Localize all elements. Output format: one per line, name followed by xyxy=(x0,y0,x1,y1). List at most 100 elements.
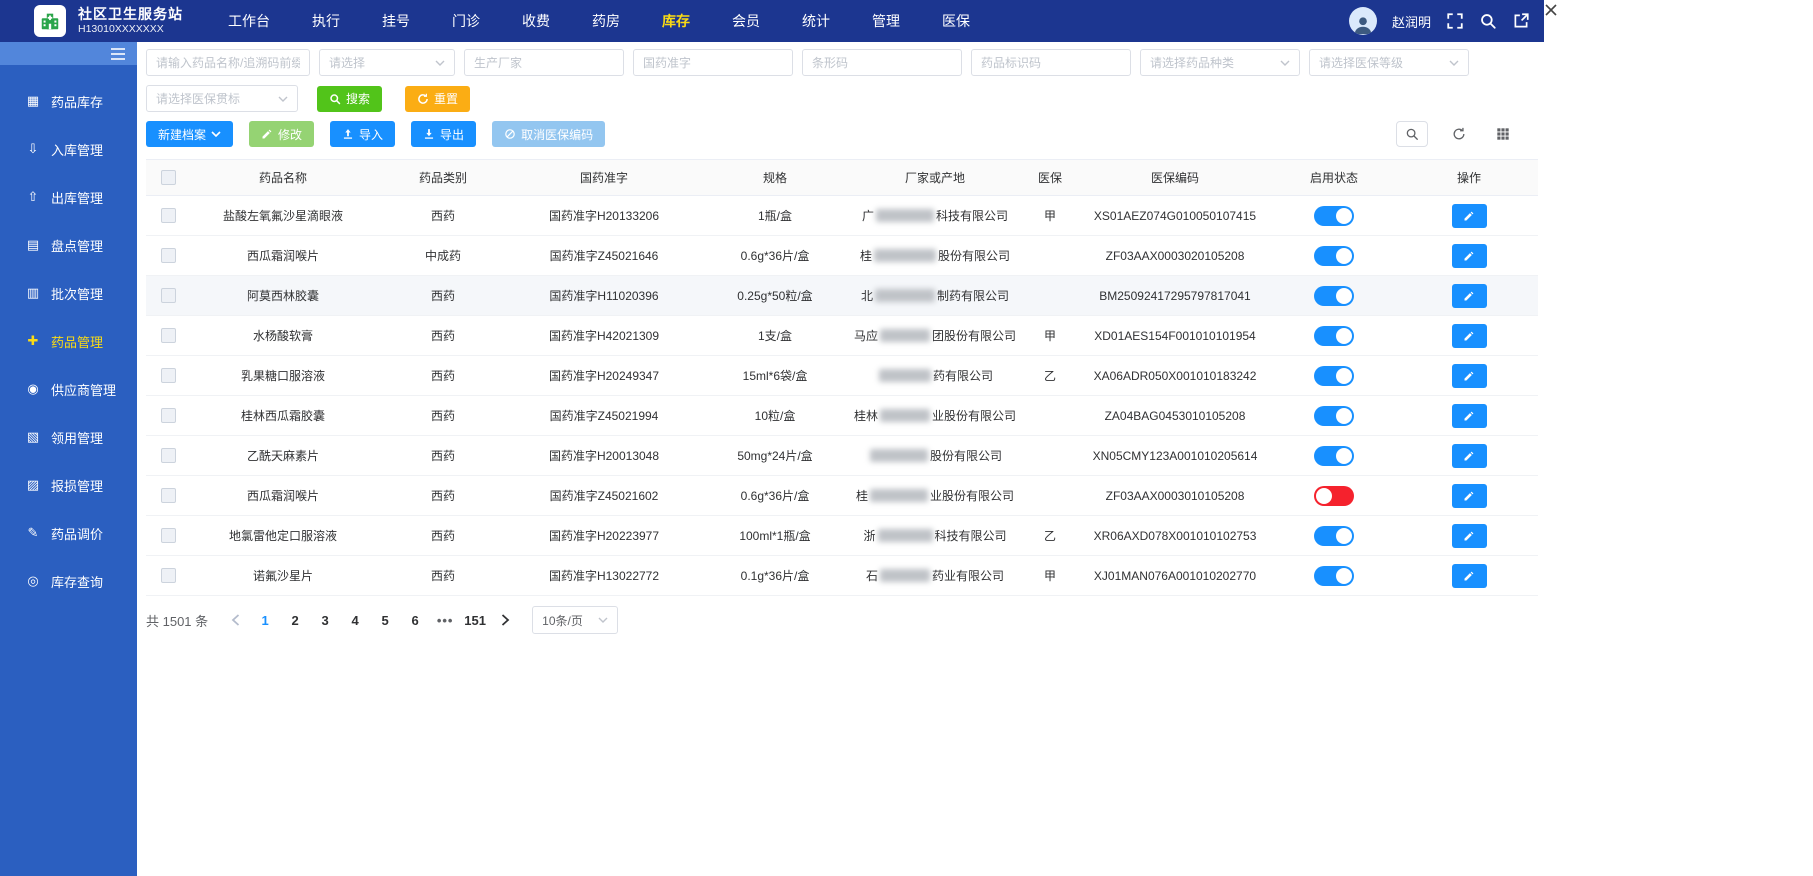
sidebar-item-inbound[interactable]: ⇩ 入库管理 xyxy=(0,125,137,173)
drug-category-select[interactable]: 请选择药品种类 xyxy=(1140,49,1300,76)
table-refresh-button[interactable] xyxy=(1446,121,1472,147)
approval-number: 国药准字H20249347 xyxy=(510,355,698,396)
enabled-toggle[interactable] xyxy=(1314,485,1354,506)
page-ellipsis[interactable]: ••• xyxy=(432,607,458,633)
username[interactable]: 赵润明 xyxy=(1392,12,1431,31)
top-nav-item-inventory[interactable]: 库存 xyxy=(641,0,711,42)
row-checkbox[interactable] xyxy=(160,288,176,304)
close-icon[interactable] xyxy=(1545,3,1559,17)
row-checkbox[interactable] xyxy=(160,248,176,264)
top-nav-item-statistics[interactable]: 统计 xyxy=(781,0,851,42)
enabled-toggle[interactable] xyxy=(1314,405,1354,426)
top-nav-item-execute[interactable]: 执行 xyxy=(291,0,361,42)
row-checkbox[interactable] xyxy=(160,568,176,584)
sidebar-item-drug-inventory[interactable]: ▦ 药品库存 xyxy=(0,77,137,125)
enabled-toggle[interactable] xyxy=(1314,205,1354,226)
enabled-toggle[interactable] xyxy=(1314,365,1354,386)
edit-button[interactable] xyxy=(1451,563,1487,588)
modify-button[interactable]: 修改 xyxy=(249,121,315,147)
drug-category: 西药 xyxy=(376,315,510,356)
edit-button[interactable] xyxy=(1451,483,1487,508)
edit-button[interactable] xyxy=(1451,323,1487,348)
enabled-toggle[interactable] xyxy=(1314,445,1354,466)
row-checkbox[interactable] xyxy=(160,408,176,424)
top-nav-item-management[interactable]: 管理 xyxy=(851,0,921,42)
page-button-151[interactable]: 151 xyxy=(462,607,488,633)
insurance-level-select[interactable]: 请选择医保等级 xyxy=(1309,49,1469,76)
new-archive-button[interactable]: 新建档案 xyxy=(146,121,234,147)
row-checkbox[interactable] xyxy=(160,448,176,464)
enabled-toggle[interactable] xyxy=(1314,245,1354,266)
cancel-insurance-code-button[interactable]: 取消医保编码 xyxy=(492,121,606,147)
sidebar-item-stock-query[interactable]: ◎ 库存查询 xyxy=(0,557,137,605)
page-button-6[interactable]: 6 xyxy=(402,607,428,633)
sidebar-item-outbound[interactable]: ⇧ 出库管理 xyxy=(0,173,137,221)
edit-button[interactable] xyxy=(1451,403,1487,428)
search-button[interactable]: 搜索 xyxy=(317,85,383,112)
sidebar-item-requisition[interactable]: ▧ 领用管理 xyxy=(0,413,137,461)
sidebar-item-damage-report[interactable]: ▨ 报损管理 xyxy=(0,461,137,509)
drug-name-input[interactable] xyxy=(146,49,310,76)
row-checkbox[interactable] xyxy=(160,528,176,544)
pencil-icon xyxy=(262,129,272,139)
top-nav-item-charging[interactable]: 收费 xyxy=(501,0,571,42)
edit-button[interactable] xyxy=(1451,363,1487,388)
sidebar-collapse-button[interactable] xyxy=(0,42,137,65)
next-page-button[interactable] xyxy=(492,607,518,633)
sidebar-item-batch[interactable]: ▥ 批次管理 xyxy=(0,269,137,317)
import-button[interactable]: 导入 xyxy=(330,121,396,147)
enabled-toggle[interactable] xyxy=(1314,325,1354,346)
enabled-toggle[interactable] xyxy=(1314,285,1354,306)
table-row: 诺氟沙星片 西药 国药准字H13022772 0.1g*36片/盒 石 药业有限公… xyxy=(146,555,1538,596)
page-button-1[interactable]: 1 xyxy=(252,607,278,633)
edit-button[interactable] xyxy=(1451,243,1487,268)
top-nav-item-outpatient[interactable]: 门诊 xyxy=(431,0,501,42)
row-checkbox[interactable] xyxy=(160,208,176,224)
fullscreen-icon[interactable] xyxy=(1446,12,1464,30)
row-checkbox[interactable] xyxy=(160,368,176,384)
table-search-button[interactable] xyxy=(1396,121,1428,147)
sidebar-item-price-adjust[interactable]: ✎ 药品调价 xyxy=(0,509,137,557)
drug-code-input[interactable] xyxy=(971,49,1131,76)
top-nav-item-registration[interactable]: 挂号 xyxy=(361,0,431,42)
top-nav-item-member[interactable]: 会员 xyxy=(711,0,781,42)
enabled-toggle[interactable] xyxy=(1314,525,1354,546)
page-button-5[interactable]: 5 xyxy=(372,607,398,633)
page-size-select[interactable]: 10条/页 xyxy=(532,606,619,634)
barcode-input[interactable] xyxy=(802,49,962,76)
prev-page-button[interactable] xyxy=(222,607,248,633)
top-nav-item-pharmacy[interactable]: 药房 xyxy=(571,0,641,42)
reset-button[interactable]: 重置 xyxy=(405,85,471,112)
top-nav-item-insurance[interactable]: 医保 xyxy=(921,0,991,42)
table-row: 西瓜霜润喉片 西药 国药准字Z45021602 0.6g*36片/盒 桂 业股份有… xyxy=(146,475,1538,516)
edit-button[interactable] xyxy=(1451,203,1487,228)
edit-button[interactable] xyxy=(1451,283,1487,308)
page-button-3[interactable]: 3 xyxy=(312,607,338,633)
insurance-standard-select[interactable]: 请选择医保贯标 xyxy=(146,85,298,112)
export-button[interactable]: 导出 xyxy=(411,121,477,147)
table-columns-button[interactable] xyxy=(1490,121,1516,147)
search-icon[interactable] xyxy=(1479,12,1497,30)
avatar[interactable] xyxy=(1348,7,1377,35)
sidebar-item-supplier[interactable]: ◉ 供应商管理 xyxy=(0,365,137,413)
row-checkbox[interactable] xyxy=(160,328,176,344)
sidebar-item-stocktaking[interactable]: ▤ 盘点管理 xyxy=(0,221,137,269)
page-button-2[interactable]: 2 xyxy=(282,607,308,633)
approval-number: 国药准字H11020396 xyxy=(510,275,698,316)
grid-icon xyxy=(1497,128,1509,140)
select-all-checkbox[interactable] xyxy=(160,170,176,186)
sidebar-item-drug-management[interactable]: ✚ 药品管理 xyxy=(0,317,137,365)
page-button-4[interactable]: 4 xyxy=(342,607,368,633)
external-link-icon[interactable] xyxy=(1512,12,1530,30)
row-checkbox[interactable] xyxy=(160,488,176,504)
enabled-toggle[interactable] xyxy=(1314,565,1354,586)
edit-button[interactable] xyxy=(1451,523,1487,548)
type-select[interactable]: 请选择 xyxy=(319,49,455,76)
edit-button[interactable] xyxy=(1451,443,1487,468)
download-icon xyxy=(424,129,434,139)
approval-number-input[interactable] xyxy=(633,49,793,76)
app-logo[interactable] xyxy=(34,5,66,37)
manufacturer: 桂 业股份有限公司 xyxy=(852,475,1018,516)
top-nav-item-workbench[interactable]: 工作台 xyxy=(207,0,291,42)
manufacturer-input[interactable] xyxy=(464,49,624,76)
